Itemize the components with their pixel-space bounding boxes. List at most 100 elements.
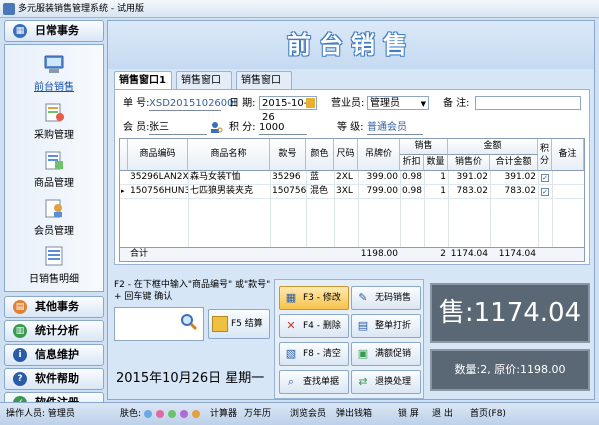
home-link[interactable]: 首页(F8) <box>470 403 506 425</box>
clear-button[interactable]: ▧ F8 - 清空 <box>279 342 349 366</box>
member-search-icon[interactable] <box>209 120 223 134</box>
find-document-button[interactable]: ⌕ 查找单据 <box>279 370 349 394</box>
chevron-down-icon: ▼ <box>420 100 426 108</box>
points-value: 1000 <box>259 121 307 135</box>
tab-window-1[interactable]: 销售窗口1 <box>114 71 172 90</box>
col-points-header[interactable]: 积分 <box>538 139 552 171</box>
browse-members-link[interactable]: 浏览会员 <box>290 403 326 425</box>
skin-color-orange[interactable] <box>192 410 200 418</box>
order-no-field[interactable]: XSD2015102600l <box>149 97 236 111</box>
promotion-button-label: 满额促销 <box>375 349 412 359</box>
col-size-header[interactable]: 尺码 <box>334 139 358 171</box>
no-code-sale-label: 无码销售 <box>375 293 412 303</box>
members-icon <box>45 199 62 218</box>
cell-subtotal: 783.02 <box>504 186 537 196</box>
page-title: 前台销售 <box>108 21 594 69</box>
row-pointer-icon: ▸ <box>121 187 125 195</box>
note-input[interactable] <box>475 96 581 110</box>
cell-code: 35296LAN2XL <box>130 172 188 182</box>
calendar-icon[interactable] <box>306 98 315 108</box>
cell-size: 2XL <box>336 172 353 182</box>
modify-button[interactable]: ▦ F3 - 修改 <box>279 286 349 310</box>
col-color-header[interactable]: 颜色 <box>306 139 334 171</box>
cell-subtotal: 391.02 <box>504 172 537 182</box>
sidebar-item-pos[interactable]: 前台销售 <box>5 53 103 97</box>
promotion-icon: ▣ <box>357 347 369 360</box>
skin-color-blue[interactable] <box>144 410 152 418</box>
search-icon[interactable] <box>180 313 198 331</box>
total-subtotal: 1174.04 <box>498 249 536 259</box>
date-picker[interactable]: 2015-10-26 <box>259 96 317 123</box>
sidebar-item-label: 日销售明细 <box>29 274 79 285</box>
nav-section-help[interactable]: ? 软件帮助 <box>4 368 104 390</box>
skin-label: 肤色: <box>120 409 142 419</box>
sidebar-item-purchase[interactable]: 采购管理 <box>5 101 103 145</box>
exchange-button[interactable]: ⇄ 退换处理 <box>351 370 421 394</box>
col-price-header[interactable]: 销售价 <box>448 155 490 171</box>
tab-window-2[interactable]: 销售窗口2 <box>176 71 232 103</box>
qty-original-display: 数量:2, 原价:1198.00 <box>430 349 590 391</box>
col-discount-header[interactable]: 折扣 <box>400 155 424 171</box>
skin-color-pink[interactable] <box>156 410 164 418</box>
col-name-header[interactable]: 商品名称 <box>188 139 270 171</box>
delete-button[interactable]: ✕ F4 - 删除 <box>279 314 349 338</box>
title-bar: 多元服装销售管理系统 - 试用版 <box>0 0 599 18</box>
points-checkbox[interactable]: ✓ <box>541 174 549 182</box>
nav-section-stats[interactable]: ▥ 统计分析 <box>4 320 104 342</box>
calendar-link[interactable]: 万年历 <box>244 403 271 425</box>
col-remark-header[interactable]: 备注 <box>552 139 584 171</box>
modify-button-label: F3 - 修改 <box>303 293 341 303</box>
col-qty-header[interactable]: 数量 <box>424 155 448 171</box>
lock-screen-link[interactable]: 锁 屏 <box>398 403 419 425</box>
col-subtotal-header[interactable]: 合计金额 <box>490 155 538 171</box>
tab-window-3[interactable]: 销售窗口3 <box>236 71 292 103</box>
nav-section-other[interactable]: ▤ 其他事务 <box>4 296 104 318</box>
calculator-link[interactable]: 计算器 <box>210 403 237 425</box>
products-icon <box>45 151 63 170</box>
clerk-label: 营业员: <box>331 98 365 109</box>
table-row[interactable]: 35296LAN2XL 森马女装T恤 35296 蓝 2XL 399.00 0.… <box>120 171 584 185</box>
nav-section-daily[interactable]: ▦ 日常事务 <box>4 20 104 42</box>
open-cash-drawer-link[interactable]: 弹出钱箱 <box>336 403 372 425</box>
total-tag-price: 1198.00 <box>360 249 398 259</box>
note-label: 备 注: <box>443 98 470 109</box>
skin-color-purple[interactable] <box>180 410 188 418</box>
exit-link[interactable]: 退 出 <box>432 403 453 425</box>
nav-panel: 前台销售 采购管理 商品管理 会员管理 日销售明细 <box>4 44 104 292</box>
nav-section-label: 其他事务 <box>35 300 79 313</box>
action-panel: ▦ F3 - 修改 ✎ 无码销售 ✕ F4 - 删除 ▤ 整单打折 ▧ F8 -… <box>274 279 424 399</box>
search-doc-icon: ⌕ <box>287 375 295 388</box>
nav-section-label: 统计分析 <box>35 324 79 337</box>
clerk-select[interactable]: 管理员 ▼ <box>367 96 429 110</box>
nav-section-label: 信息维护 <box>35 348 79 361</box>
help-icon: ? <box>13 372 27 386</box>
sidebar-item-label: 采购管理 <box>34 130 74 141</box>
member-field[interactable]: 张三 <box>149 121 207 135</box>
sidebar-item-members[interactable]: 会员管理 <box>5 197 103 241</box>
purchase-icon <box>45 103 64 122</box>
order-discount-button[interactable]: ▤ 整单打折 <box>351 314 421 338</box>
main-panel: 前台销售 销售窗口1 销售窗口2 销售窗口3 单 号: XSD201510260… <box>107 20 595 400</box>
cell-color: 蓝 <box>310 172 320 182</box>
settle-button[interactable]: F5 结算 <box>208 309 270 339</box>
level-value: 普通会员 <box>367 121 423 135</box>
no-code-sale-button[interactable]: ✎ 无码销售 <box>351 286 421 310</box>
col-code-header[interactable]: 商品编码 <box>128 139 188 171</box>
level-label: 等 级: <box>337 122 364 133</box>
col-tag-price-header[interactable]: 吊牌价 <box>358 139 400 171</box>
nav-section-info[interactable]: i 信息维护 <box>4 344 104 366</box>
col-amount-group-header: 金额 <box>448 139 538 155</box>
exchange-button-label: 退换处理 <box>375 377 412 387</box>
sidebar-item-products[interactable]: 商品管理 <box>5 149 103 193</box>
skin-color-green[interactable] <box>168 410 176 418</box>
cell-price: 783.02 <box>456 186 489 196</box>
sales-grid[interactable]: 商品编码 商品名称 款号 颜色 尺码 吊牌价 销售 折扣 数量 金额 销售价 合… <box>119 138 585 262</box>
cell-discount: 0.98 <box>401 186 422 196</box>
points-checkbox[interactable]: ✓ <box>541 188 549 196</box>
settle-button-label: F5 结算 <box>231 319 263 329</box>
grid-delete-icon: ✕ <box>286 319 296 332</box>
table-row[interactable]: ▸ 150756HUN3XL 七匹狼男装夹克 150756 混色 3XL 799… <box>120 185 584 199</box>
sidebar-item-daily-sales[interactable]: 日销售明细 <box>5 245 103 289</box>
promotion-button[interactable]: ▣ 满额促销 <box>351 342 421 366</box>
col-style-header[interactable]: 款号 <box>270 139 306 171</box>
